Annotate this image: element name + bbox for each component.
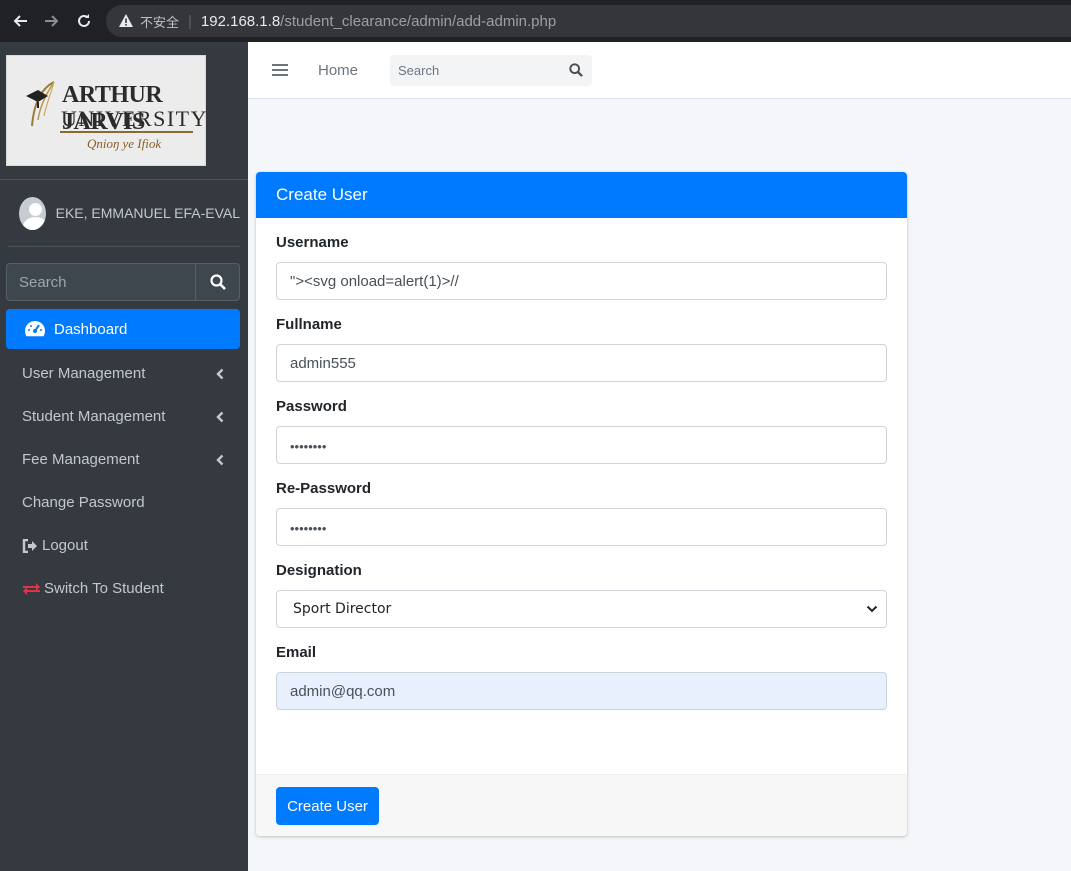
sidebar-item-label: Change Password <box>22 494 145 511</box>
navbar-search-button[interactable] <box>560 55 592 86</box>
email-label: Email <box>276 644 317 661</box>
warning-icon <box>119 14 133 27</box>
university-logo: ARTHUR JARVIS UNIVERSITY Qnioŋ ye Ifiok <box>6 55 208 166</box>
sidebar-item-fee-management[interactable]: Fee Management <box>6 438 240 481</box>
sidebar-item-label: Dashboard <box>54 320 128 338</box>
forward-icon[interactable] <box>40 9 64 33</box>
top-navbar: Home <box>248 42 1071 99</box>
card-title: Create User <box>256 172 907 218</box>
url-host: 192.168.1.8 <box>200 12 281 30</box>
email-group: Email admin@qq.com <box>276 644 887 710</box>
address-bar[interactable]: 不安全 | 192.168.1.8/student_clearance/admi… <box>106 5 1071 37</box>
create-user-form: Username "><svg onload=alert(1)>// Fulln… <box>256 218 907 774</box>
url-path: /student_clearance/admin/add-admin.php <box>280 12 557 30</box>
avatar <box>19 196 46 230</box>
username-input[interactable]: "><svg onload=alert(1)>// <box>276 262 887 300</box>
create-user-button[interactable]: Create User <box>276 787 379 825</box>
fullname-group: Fullname admin555 <box>276 316 887 382</box>
create-user-card: Create User Username "><svg onload=alert… <box>256 172 907 836</box>
sidebar-item-label: User Management <box>22 365 146 382</box>
quill-icon <box>26 81 55 127</box>
logo-line2: UNIVERSITY <box>61 106 208 131</box>
reload-icon[interactable] <box>72 9 96 33</box>
designation-group: Designation Sport Director <box>276 562 887 628</box>
email-input[interactable]: admin@qq.com <box>276 672 887 710</box>
search-icon <box>569 63 583 77</box>
navbar-search <box>390 54 593 86</box>
sidebar-menu: Dashboard User Management Student Manage… <box>6 309 240 610</box>
sidebar-search <box>6 263 240 301</box>
tachometer-icon <box>24 320 46 338</box>
sidebar-item-logout[interactable]: Logout <box>6 524 240 567</box>
sidebar-item-label: Logout <box>42 537 88 554</box>
sign-out-icon <box>22 538 38 553</box>
back-icon[interactable] <box>8 9 32 33</box>
username-label: Username <box>276 234 349 251</box>
designation-select[interactable]: Sport Director <box>276 590 887 628</box>
sidebar-item-student-management[interactable]: Student Management <box>6 395 240 438</box>
chevron-left-icon <box>216 454 224 465</box>
brand-area[interactable]: ARTHUR JARVIS UNIVERSITY Qnioŋ ye Ifiok <box>0 42 248 180</box>
chevron-left-icon <box>216 411 224 422</box>
home-link[interactable]: Home <box>318 62 358 79</box>
sidebar-item-label: Fee Management <box>22 451 140 468</box>
fullname-label: Fullname <box>276 316 342 333</box>
navbar-search-input[interactable] <box>390 54 561 86</box>
insecure-label: 不安全 <box>140 15 180 31</box>
sidebar-item-dashboard[interactable]: Dashboard <box>6 309 240 349</box>
logo-motto: Qnioŋ ye Ifiok <box>87 136 162 151</box>
user-name[interactable]: EKE, EMMANUEL EFA-EVAL <box>56 205 240 221</box>
password-input[interactable]: •••••••• <box>276 426 887 464</box>
sidebar-item-switch-to-student[interactable]: Switch To Student <box>6 567 240 610</box>
address-separator: | <box>188 12 192 30</box>
repassword-input[interactable]: •••••••• <box>276 508 887 546</box>
card-footer: Create User <box>256 774 907 836</box>
designation-label: Designation <box>276 562 362 579</box>
username-group: Username "><svg onload=alert(1)>// <box>276 234 887 300</box>
search-icon <box>209 274 226 290</box>
sidebar: ARTHUR JARVIS UNIVERSITY Qnioŋ ye Ifiok … <box>0 42 248 871</box>
chevron-down-icon <box>866 605 878 613</box>
logo-divider <box>60 131 193 133</box>
sidebar-search-input[interactable] <box>6 263 195 301</box>
sidebar-item-change-password[interactable]: Change Password <box>6 481 240 524</box>
repassword-group: Re-Password •••••••• <box>276 480 887 546</box>
password-label: Password <box>276 398 347 415</box>
designation-value: Sport Director <box>293 601 392 617</box>
user-panel[interactable]: EKE, EMMANUEL EFA-EVAL <box>8 180 240 247</box>
exchange-icon <box>22 582 41 596</box>
sidebar-item-user-management[interactable]: User Management <box>6 352 240 395</box>
password-group: Password •••••••• <box>276 398 887 464</box>
sidebar-item-label: Student Management <box>22 408 166 425</box>
fullname-input[interactable]: admin555 <box>276 344 887 382</box>
sidebar-item-label: Switch To Student <box>44 580 164 597</box>
repassword-label: Re-Password <box>276 480 372 497</box>
browser-toolbar: 不安全 | 192.168.1.8/student_clearance/admi… <box>0 0 1071 42</box>
hamburger-menu-icon[interactable] <box>272 61 288 79</box>
chevron-left-icon <box>216 368 224 379</box>
sidebar-search-button[interactable] <box>195 263 240 301</box>
